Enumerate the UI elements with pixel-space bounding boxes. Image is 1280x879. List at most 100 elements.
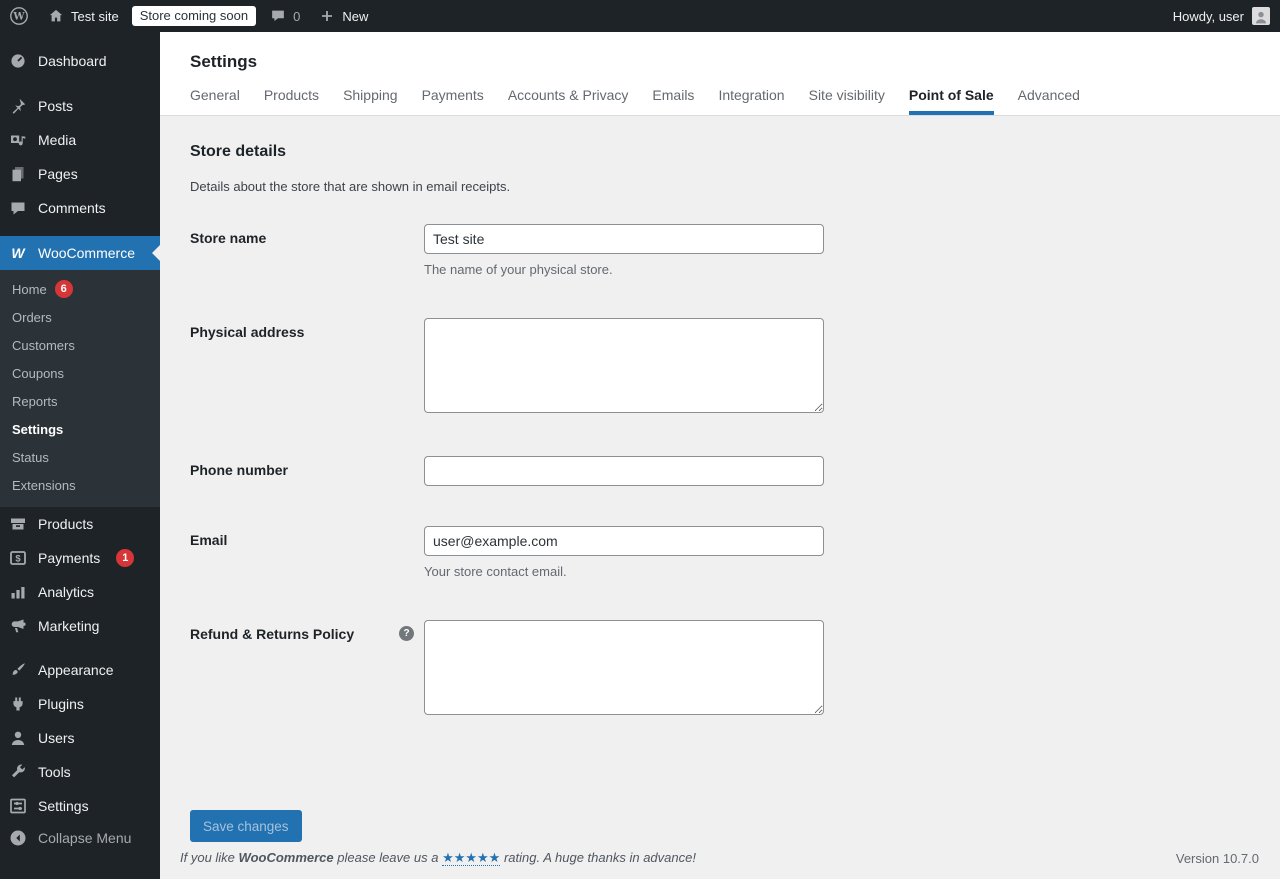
phone-number-label: Phone number <box>190 462 289 478</box>
sidebar-item-media[interactable]: Media <box>0 123 160 157</box>
collapse-menu-button[interactable]: Collapse Menu <box>0 823 160 853</box>
products-icon <box>8 514 28 534</box>
email-input[interactable] <box>424 526 824 556</box>
version-text: Version 10.7.0 <box>1175 851 1259 866</box>
payments-icon: $ <box>8 548 28 568</box>
tab-products[interactable]: Products <box>264 87 319 115</box>
sidebar-item-posts[interactable]: Posts <box>0 89 160 123</box>
phone-number-input[interactable] <box>424 456 824 486</box>
page-title: Settings <box>190 52 258 71</box>
tab-general[interactable]: General <box>190 87 240 115</box>
tab-emails[interactable]: Emails <box>652 87 694 115</box>
submenu-item-label: Home <box>12 281 47 297</box>
rating-text-suffix: rating. A huge thanks in advance! <box>500 850 696 865</box>
comments-bubble-icon <box>269 7 287 25</box>
users-icon <box>8 728 28 748</box>
physical-address-textarea[interactable] <box>424 318 824 413</box>
comments-shortcut[interactable]: 0 <box>260 0 309 32</box>
coming-soon-badge[interactable]: Store coming soon <box>131 6 257 26</box>
sidebar-item-label: Media <box>38 132 77 148</box>
sidebar-item-payments[interactable]: $ Payments 1 <box>0 541 160 575</box>
sidebar-item-label: Posts <box>38 98 74 114</box>
main-content: Settings General Products Shipping Payme… <box>160 0 1280 879</box>
sidebar-subitem-orders[interactable]: Orders <box>0 303 160 331</box>
tab-payments[interactable]: Payments <box>422 87 484 115</box>
settings-sliders-icon <box>8 796 28 816</box>
plugins-icon <box>8 694 28 714</box>
rating-request-text: If you like WooCommerce please leave us … <box>180 850 696 866</box>
settings-header: Settings General Products Shipping Payme… <box>160 32 1280 116</box>
svg-text:$: $ <box>15 553 21 564</box>
submenu-item-label: Reports <box>12 393 58 409</box>
admin-footer: If you like WooCommerce please leave us … <box>160 850 1280 879</box>
sidebar-item-settings[interactable]: Settings <box>0 789 160 823</box>
tab-site-visibility[interactable]: Site visibility <box>809 87 885 115</box>
sidebar-item-marketing[interactable]: Marketing <box>0 609 160 643</box>
sidebar-subitem-status[interactable]: Status <box>0 443 160 471</box>
rating-text-prefix: If you like <box>180 850 239 865</box>
collapse-arrow-icon <box>8 828 28 848</box>
sidebar-item-pages[interactable]: Pages <box>0 157 160 191</box>
submenu-item-label: Status <box>12 449 49 465</box>
sidebar-item-products[interactable]: Products <box>0 507 160 541</box>
store-details-form: Store name The name of your physical sto… <box>190 224 1250 718</box>
site-name: Test site <box>71 8 119 24</box>
wordpress-menu-button[interactable]: W <box>0 0 38 32</box>
sidebar-subitem-home[interactable]: Home 6 <box>0 275 160 303</box>
dashboard-icon <box>8 51 28 71</box>
sidebar-item-label: Payments <box>38 550 101 566</box>
sidebar-subitem-customers[interactable]: Customers <box>0 331 160 359</box>
sidebar-item-label: WooCommerce <box>38 245 135 261</box>
store-name-input[interactable] <box>424 224 824 254</box>
sidebar-subitem-reports[interactable]: Reports <box>0 387 160 415</box>
tab-point-of-sale[interactable]: Point of Sale <box>908 87 994 115</box>
count-badge: 1 <box>116 549 135 567</box>
admin-bar: W Test site Store coming soon 0 New Howd… <box>0 0 1280 32</box>
sidebar-item-label: Pages <box>38 166 78 182</box>
count-badge: 6 <box>54 280 73 298</box>
sidebar-item-label: Marketing <box>38 618 100 634</box>
help-tip-icon[interactable]: ? <box>399 626 414 641</box>
save-changes-button[interactable]: Save changes <box>190 810 302 842</box>
account-menu[interactable]: Howdy, user <box>1173 7 1280 25</box>
tools-icon <box>8 762 28 782</box>
settings-tabs: General Products Shipping Payments Accou… <box>190 87 1280 115</box>
sidebar-subitem-extensions[interactable]: Extensions <box>0 471 160 499</box>
sidebar-item-comments[interactable]: Comments <box>0 191 160 225</box>
tab-advanced[interactable]: Advanced <box>1018 87 1080 115</box>
sidebar-item-label: Settings <box>38 798 89 814</box>
sidebar-subitem-settings[interactable]: Settings <box>0 415 160 443</box>
tab-accounts-privacy[interactable]: Accounts & Privacy <box>508 87 629 115</box>
sidebar-item-label: Tools <box>38 764 71 780</box>
brand-name: WooCommerce <box>238 850 334 865</box>
submenu-item-label: Orders <box>12 309 52 325</box>
visit-site-link[interactable]: Test site <box>38 0 128 32</box>
sidebar-item-analytics[interactable]: Analytics <box>0 575 160 609</box>
sidebar-item-appearance[interactable]: Appearance <box>0 653 160 687</box>
svg-text:W: W <box>12 12 25 23</box>
pages-icon <box>8 164 28 184</box>
sidebar-subitem-coupons[interactable]: Coupons <box>0 359 160 387</box>
new-content-button[interactable]: New <box>309 0 377 32</box>
marketing-icon <box>8 616 28 636</box>
five-star-rating-link[interactable]: ★★★★★ <box>442 850 501 866</box>
plus-icon <box>318 7 336 25</box>
tab-shipping[interactable]: Shipping <box>343 87 398 115</box>
analytics-icon <box>8 582 28 602</box>
tab-integration[interactable]: Integration <box>718 87 784 115</box>
section-heading: Store details <box>190 143 287 160</box>
form-row-email: Email Your store contact email. <box>190 526 1250 580</box>
howdy-text: Howdy, user <box>1172 8 1244 24</box>
refund-policy-textarea[interactable] <box>424 620 824 715</box>
sidebar-item-tools[interactable]: Tools <box>0 755 160 789</box>
email-help: Your store contact email. <box>424 564 567 579</box>
sidebar-item-dashboard[interactable]: Dashboard <box>0 44 160 78</box>
sidebar-item-users[interactable]: Users <box>0 721 160 755</box>
home-icon <box>47 7 65 25</box>
avatar <box>1252 7 1270 25</box>
sidebar-item-woocommerce[interactable]: W WooCommerce <box>0 236 160 270</box>
sidebar-item-label: Dashboard <box>38 53 107 69</box>
sidebar-item-label: Collapse Menu <box>38 830 132 846</box>
sidebar-item-plugins[interactable]: Plugins <box>0 687 160 721</box>
new-label: New <box>342 8 369 24</box>
